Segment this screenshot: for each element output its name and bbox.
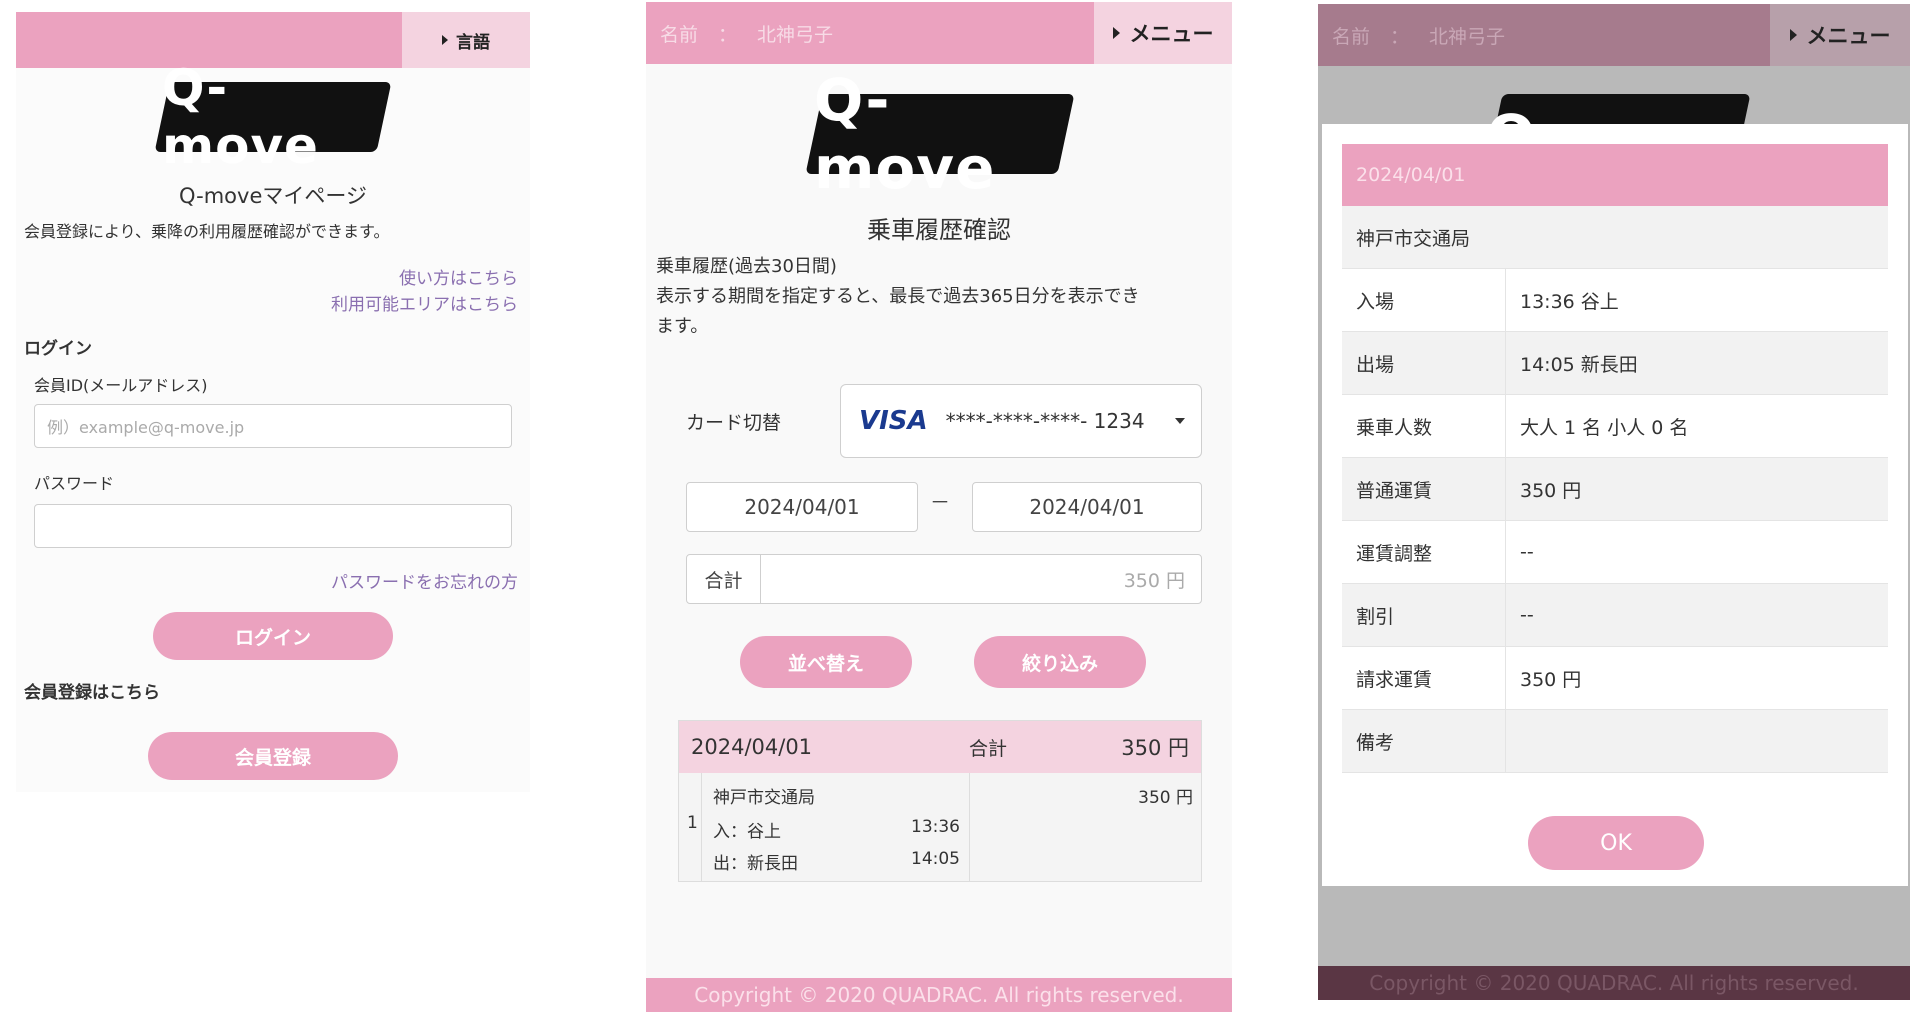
detail-row-key: 普通運賃 [1342, 458, 1506, 520]
q-move-logo: Q-move [805, 66, 1075, 202]
detail-row-key: 出場 [1342, 332, 1506, 394]
detail-row-value: 350 円 [1520, 668, 1582, 691]
entry-station: 入：谷上 [713, 822, 781, 842]
detail-row: 出場 14:05 新長田 [1342, 332, 1888, 395]
detail-row: 乗車人数 大人 1 名 小人 0 名 [1342, 395, 1888, 458]
detail-row-value: 大人 1 名 小人 0 名 [1520, 416, 1689, 439]
card-number: ****-****-****- 1234 [945, 409, 1145, 433]
password-input[interactable] [34, 504, 512, 548]
detail-row-value: 13:36 谷上 [1520, 290, 1619, 313]
card-select[interactable]: VISA ****-****-****- 1234 [840, 384, 1202, 458]
menu-button[interactable]: メニュー [1094, 2, 1232, 64]
entry-time: 13:36 [911, 817, 960, 837]
detail-row: 普通運賃 350 円 [1342, 458, 1888, 521]
login-screen: 言語 Q-move Q-moveマイページ 会員登録により、乗降の利用履歴確認が… [16, 12, 530, 792]
footer: Copyright © 2020 QUADRAC. All rights res… [646, 978, 1232, 1012]
register-heading: 会員登録はこちら [24, 683, 160, 703]
language-label: 言語 [456, 32, 490, 53]
top-bar: 名前 ： 北神弓子 メニュー [646, 2, 1232, 64]
menu-button[interactable]: メニュー [1770, 4, 1910, 66]
detail-row-key: 運賃調整 [1342, 521, 1506, 583]
detail-date: 2024/04/01 [1342, 144, 1888, 206]
detail-row: 割引 -- [1342, 584, 1888, 647]
detail-row-key: 割引 [1342, 584, 1506, 646]
register-button[interactable]: 会員登録 [148, 732, 398, 780]
detail-row-value: -- [1520, 604, 1534, 626]
history-header: 2024/04/01 合計 350 円 [679, 721, 1201, 773]
sort-button[interactable]: 並べ替え [740, 636, 912, 688]
usage-link[interactable]: 使い方はこちら [399, 264, 518, 289]
history-total-value: 350 円 [1121, 736, 1189, 760]
footer: Copyright © 2020 QUADRAC. All rights res… [1318, 966, 1910, 1000]
detail-rows: 入場 13:36 谷上 出場 14:05 新長田 乗車人数 大人 1 名 小人 0 名普通… [1342, 269, 1888, 773]
detail-row-value: -- [1520, 541, 1534, 563]
detail-row: 備考 [1342, 710, 1888, 773]
detail-row-value: 350 円 [1520, 479, 1582, 502]
date-from-input[interactable]: 2024/04/01 [686, 482, 918, 532]
page-title: 乗車履歴確認 [867, 216, 1011, 244]
caret-right-icon [442, 35, 448, 45]
area-link[interactable]: 利用可能エリアはこちら [331, 290, 518, 315]
language-button[interactable]: 言語 [402, 12, 530, 68]
date-separator: － [930, 490, 950, 514]
ok-button[interactable]: OK [1528, 816, 1704, 870]
top-bar: 名前 ： 北神弓子 メニュー [1318, 4, 1910, 66]
row-index: 1 [687, 813, 698, 833]
member-id-input[interactable]: 例）example@q-move.jp [34, 404, 512, 448]
ride-detail-modal: 2024/04/01 神戸市交通局 入場 13:36 谷上 出場 14:05 新長田乗… [1322, 124, 1908, 886]
date-to-input[interactable]: 2024/04/01 [972, 482, 1202, 532]
caret-right-icon [1789, 29, 1797, 41]
card-switch-label: カード切替 [686, 412, 782, 434]
total-value: 350 円 [1123, 569, 1185, 592]
detail-row-value: 14:05 新長田 [1520, 353, 1638, 376]
detail-row: 入場 13:36 谷上 [1342, 269, 1888, 332]
page-title: Q-moveマイページ [179, 184, 367, 208]
detail-row-value [1506, 710, 1888, 772]
detail-row: 請求運賃 350 円 [1342, 647, 1888, 710]
detail-row-key: 請求運賃 [1342, 647, 1506, 709]
forgot-password-link[interactable]: パスワードをお忘れの方 [331, 568, 518, 593]
history-total-label: 合計 [969, 737, 1008, 760]
detail-row: 運賃調整 -- [1342, 521, 1888, 584]
page-description: 会員登録により、乗降の利用履歴確認ができます。 [24, 222, 390, 241]
detail-operator: 神戸市交通局 [1356, 227, 1471, 250]
detail-row-key: 乗車人数 [1342, 395, 1506, 457]
password-label: パスワード [34, 474, 115, 493]
visa-logo-icon: VISA [859, 406, 928, 436]
row-fare: 350 円 [1138, 788, 1193, 808]
login-button[interactable]: ログイン [153, 612, 393, 660]
ride-detail-table: 2024/04/01 神戸市交通局 入場 13:36 谷上 出場 14:05 新長田乗… [1342, 144, 1888, 773]
exit-station: 出：新長田 [713, 854, 798, 874]
column-divider [701, 773, 702, 881]
user-name: 名前 ： 北神弓子 [1332, 25, 1506, 48]
filter-button[interactable]: 絞り込み [974, 636, 1146, 688]
exit-time: 14:05 [911, 849, 960, 869]
login-heading: ログイン [24, 339, 92, 359]
history-table: 2024/04/01 合計 350 円 1 神戸市交通局 入：谷上 13:36 … [678, 720, 1202, 882]
history-date: 2024/04/01 [691, 735, 813, 759]
operator-name: 神戸市交通局 [713, 788, 815, 808]
total-label: 合計 [687, 555, 761, 603]
total-field: 合計 350 円 [686, 554, 1202, 604]
user-name: 名前 ： 北神弓子 [660, 23, 834, 46]
page-description: 乗車履歴(過去30日間) 表示する期間を指定すると、最長で過去365日分を表示で… [656, 256, 1140, 337]
caret-right-icon [1112, 27, 1120, 39]
detail-row-key: 入場 [1342, 269, 1506, 331]
detail-row-key: 備考 [1342, 710, 1506, 772]
history-screen: 名前 ： 北神弓子 メニュー Q-move 乗車履歴確認 乗車履歴(過去30日間… [646, 2, 1232, 1012]
member-id-placeholder: 例）example@q-move.jp [47, 418, 245, 437]
dropdown-arrow-icon [1175, 418, 1185, 424]
member-id-label: 会員ID(メールアドレス) [34, 376, 208, 395]
detail-screen: 名前 ： 北神弓子 メニュー Q-move 2024/04/01 神戸市交通局 … [1318, 4, 1910, 1000]
detail-operator-row: 神戸市交通局 [1342, 206, 1888, 269]
column-divider [969, 773, 970, 881]
table-row[interactable]: 1 神戸市交通局 入：谷上 13:36 出：新長田 14:05 350 円 [679, 773, 1201, 881]
q-move-logo: Q-move [154, 59, 392, 175]
